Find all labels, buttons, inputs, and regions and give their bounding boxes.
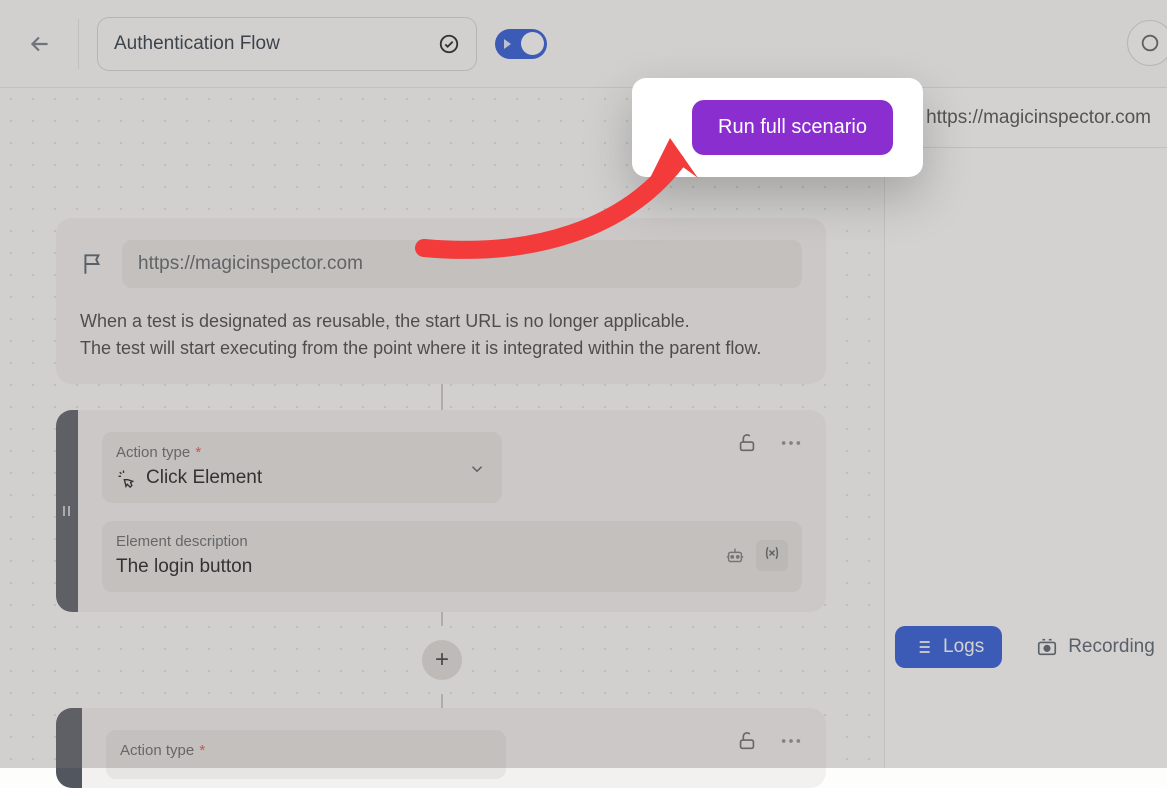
check-circle-icon [438, 33, 460, 55]
autoplay-toggle[interactable] [495, 29, 547, 59]
element-desc-label: Element description [116, 533, 252, 550]
scenario-title-input[interactable]: Authentication Flow [97, 17, 477, 71]
recording-tab[interactable]: Recording [1018, 626, 1167, 668]
desc-line-1: When a test is designated as reusable, t… [80, 308, 802, 335]
robot-icon[interactable] [724, 545, 746, 567]
unlock-icon[interactable] [736, 730, 758, 752]
arrow-left-icon [27, 31, 53, 57]
click-icon [116, 468, 136, 488]
action-type-label: Action type [116, 444, 190, 461]
preview-url-text: https://magicinspector.com [926, 107, 1151, 129]
run-scenario-popover: Run full scenario [632, 78, 923, 177]
more-icon [1139, 32, 1161, 54]
logs-tab-label: Logs [943, 636, 984, 658]
flow-canvas[interactable]: When a test is designated as reusable, t… [0, 88, 884, 768]
desc-line-2: The test will start executing from the p… [80, 335, 802, 362]
more-horizontal-icon[interactable] [780, 738, 802, 744]
divider [78, 19, 79, 69]
start-card-description: When a test is designated as reusable, t… [80, 308, 802, 362]
variable-chip[interactable] [756, 540, 788, 571]
scenario-title-label: Authentication Flow [114, 33, 280, 55]
grip-icon [61, 501, 73, 521]
step-drag-handle[interactable] [56, 410, 78, 612]
add-step-button[interactable]: + [422, 640, 462, 680]
logs-tab[interactable]: Logs [895, 626, 1002, 668]
play-icon [504, 39, 511, 49]
more-horizontal-icon[interactable] [780, 440, 802, 446]
recording-icon [1036, 636, 1058, 658]
start-url-card: When a test is designated as reusable, t… [56, 218, 826, 384]
back-button[interactable] [20, 24, 60, 64]
preview-sidebar: https://magicinspector.com Logs Recordin… [884, 88, 1167, 768]
preview-url-bar: https://magicinspector.com [885, 88, 1167, 148]
variable-icon [762, 544, 782, 562]
element-description-field[interactable]: Element description The login button [102, 521, 802, 592]
action-type-label: Action type [120, 742, 194, 759]
flow-connector [441, 694, 443, 708]
step-card-1: Action type * Click Element Element desc… [56, 410, 826, 612]
flag-icon [80, 251, 106, 277]
flow-connector [441, 384, 443, 410]
chevron-down-icon [468, 460, 486, 478]
element-desc-value: The login button [116, 556, 252, 578]
required-asterisk: * [191, 444, 201, 461]
toggle-knob [521, 32, 544, 55]
action-type-select[interactable]: Action type * Click Element [102, 432, 502, 503]
list-icon [913, 637, 933, 657]
sidebar-tabs: Logs Recording [895, 626, 1157, 668]
app-header: Authentication Flow [0, 0, 1167, 88]
flow-connector [441, 612, 443, 626]
start-url-input[interactable] [122, 240, 802, 288]
action-type-select[interactable]: Action type * [106, 730, 506, 779]
unlock-icon[interactable] [736, 432, 758, 454]
step-drag-handle[interactable] [56, 708, 82, 788]
run-full-scenario-button[interactable]: Run full scenario [692, 100, 893, 155]
recording-tab-label: Recording [1068, 636, 1155, 658]
required-asterisk: * [195, 742, 205, 759]
header-action-button[interactable] [1127, 20, 1167, 66]
action-type-value: Click Element [146, 467, 262, 489]
step-card-2: Action type * [56, 708, 826, 788]
